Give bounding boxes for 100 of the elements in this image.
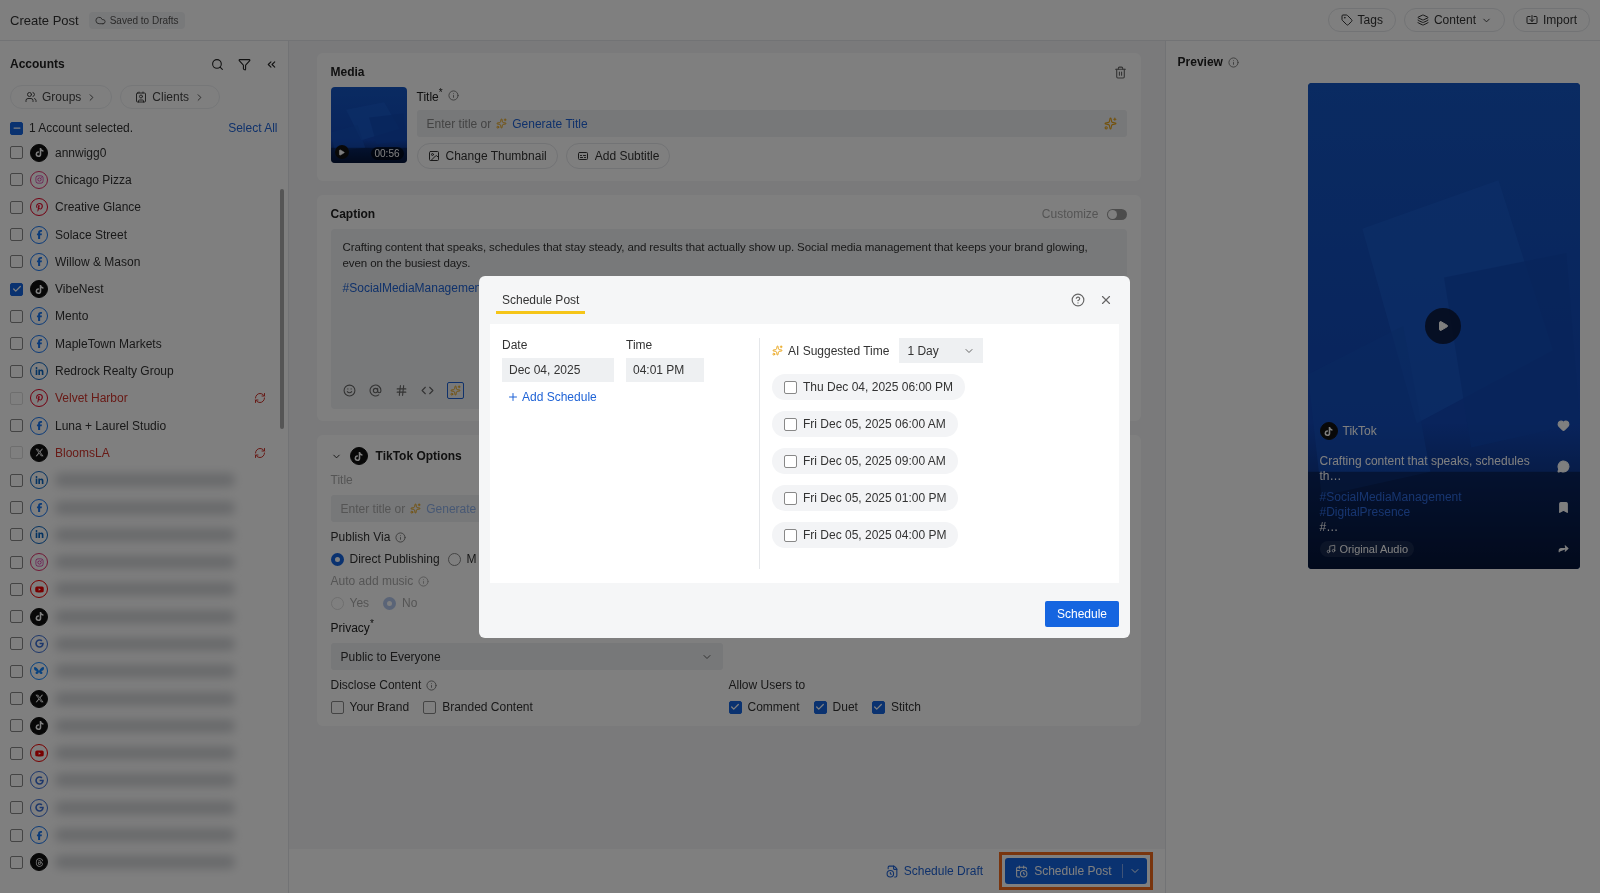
checkbox[interactable] (10, 801, 23, 815)
preview-caption: Crafting content that speaks, schedules th… (1319, 454, 1531, 484)
checkbox[interactable] (10, 173, 23, 187)
checkbox[interactable] (10, 610, 23, 624)
option-label: Branded Content (442, 700, 533, 714)
dialog-tab[interactable]: Schedule Post (496, 286, 586, 314)
butterfly-icon (30, 662, 48, 681)
at-icon (368, 384, 382, 397)
checkbox[interactable] (10, 282, 23, 296)
checkbox[interactable] (10, 473, 23, 487)
emoji-icon (342, 384, 356, 397)
checkbox[interactable] (10, 528, 23, 542)
checkbox[interactable] (10, 719, 23, 733)
media-button[interactable]: Add Subtitle (565, 143, 671, 169)
checkbox[interactable] (10, 746, 23, 760)
hashtag-text: #DigitalPresence (1319, 505, 1412, 520)
checkbox[interactable] (10, 637, 23, 651)
checkbox[interactable] (10, 255, 23, 269)
checkbox[interactable] (10, 146, 23, 160)
sparkle-icon (1103, 117, 1117, 130)
customize-toggle[interactable] (1106, 208, 1127, 220)
checkbox[interactable] (10, 364, 23, 378)
scrollbar[interactable] (279, 189, 284, 429)
checkbox[interactable] (10, 309, 23, 323)
account-name: Chicago Pizza (55, 172, 132, 187)
schedule-draft-button[interactable]: Schedule Draft (879, 863, 990, 879)
heart-icon (1556, 419, 1570, 432)
suggested-time-option[interactable]: Fri Dec 05, 2025 06:00 AM (772, 411, 958, 437)
facebook-glyph-icon (34, 339, 44, 349)
facebook-glyph-icon (34, 421, 44, 431)
account-name: Luna + Laurel Studio (55, 418, 167, 433)
date-field[interactable]: Dec 04, 2025 (502, 358, 614, 382)
header-button[interactable]: Import (1513, 8, 1590, 32)
layers-icon (1416, 14, 1429, 26)
checkbox[interactable] (10, 828, 23, 842)
checkbox[interactable] (10, 419, 23, 433)
checkbox[interactable] (784, 380, 797, 394)
save-status: Saved to Drafts (88, 11, 185, 29)
card-title: Media (330, 65, 365, 79)
checkbox[interactable] (10, 582, 23, 596)
privacy-select[interactable]: Public to Everyone (330, 643, 723, 670)
select-all-link[interactable]: Select All (228, 121, 278, 135)
header-button[interactable]: Content (1403, 8, 1505, 32)
more-text: #… (1319, 520, 1340, 535)
play-icon (338, 148, 346, 156)
facebook-glyph-icon (34, 257, 44, 267)
checkbox[interactable] (728, 700, 742, 714)
checkbox[interactable] (784, 528, 797, 542)
account-name: Mento (55, 309, 89, 324)
checkbox[interactable] (10, 200, 23, 214)
header-button[interactable]: Tags (1327, 8, 1396, 32)
checkbox[interactable] (330, 700, 344, 714)
checkbox[interactable] (10, 773, 23, 787)
info-icon (426, 679, 438, 691)
account-name: Creative Glance (55, 200, 142, 215)
checkbox[interactable] (784, 491, 797, 505)
schedule-button[interactable]: Schedule (1044, 601, 1119, 627)
schedule-post-button[interactable]: Schedule Post (1005, 858, 1147, 884)
linkedin-glyph-icon (34, 475, 44, 485)
checkbox[interactable] (813, 700, 827, 714)
checkbox[interactable] (10, 664, 23, 678)
sparkle-icon (772, 345, 783, 356)
x-glyph-icon (34, 694, 44, 704)
checkbox[interactable] (784, 417, 797, 431)
share-icon (1556, 542, 1570, 555)
trash-icon (1113, 65, 1127, 79)
checkbox[interactable] (10, 228, 23, 242)
hash-icon (394, 384, 408, 397)
suggested-time-option[interactable]: Fri Dec 05, 2025 04:00 PM (772, 522, 959, 548)
radio-button[interactable] (330, 552, 344, 566)
refresh-icon (253, 446, 266, 459)
range-dropdown[interactable]: 1 Day (899, 338, 984, 363)
time-field[interactable]: 04:01 PM (626, 358, 704, 382)
select-all-checkbox[interactable] (10, 121, 23, 135)
checkbox[interactable] (10, 337, 23, 351)
suggested-time-option[interactable]: Fri Dec 05, 2025 01:00 PM (772, 485, 959, 511)
checkbox[interactable] (423, 700, 437, 714)
instagram-glyph-icon (34, 557, 44, 567)
checkbox[interactable] (10, 501, 23, 514)
media-button[interactable]: Change Thumbnail (416, 143, 558, 169)
account-name: TikTok (1342, 423, 1377, 439)
suggested-time-option[interactable]: Fri Dec 05, 2025 09:00 AM (772, 448, 958, 474)
radio-button[interactable] (447, 552, 461, 566)
checkbox[interactable] (10, 555, 23, 569)
suggested-time-option[interactable]: Thu Dec 04, 2025 06:00 PM (772, 374, 966, 400)
checkbox[interactable] (871, 700, 885, 714)
option-label: Comment (747, 700, 800, 714)
checkbox[interactable] (10, 855, 23, 869)
sparkle-button[interactable] (446, 382, 464, 399)
account-name: Solace Street (55, 227, 128, 242)
facebook-glyph-icon (34, 311, 44, 321)
option-label: Stitch (890, 700, 921, 714)
filter-chip[interactable]: Groups (10, 85, 113, 109)
add-schedule-link[interactable]: Add Schedule (507, 390, 759, 404)
filter-icon (237, 57, 251, 71)
checkbox[interactable] (784, 454, 797, 468)
generate-title-link[interactable]: Generate Title (512, 116, 588, 131)
selection-count: 1 Account selected. (29, 121, 134, 135)
checkbox[interactable] (10, 692, 23, 706)
filter-chip[interactable]: Clients (120, 85, 221, 109)
